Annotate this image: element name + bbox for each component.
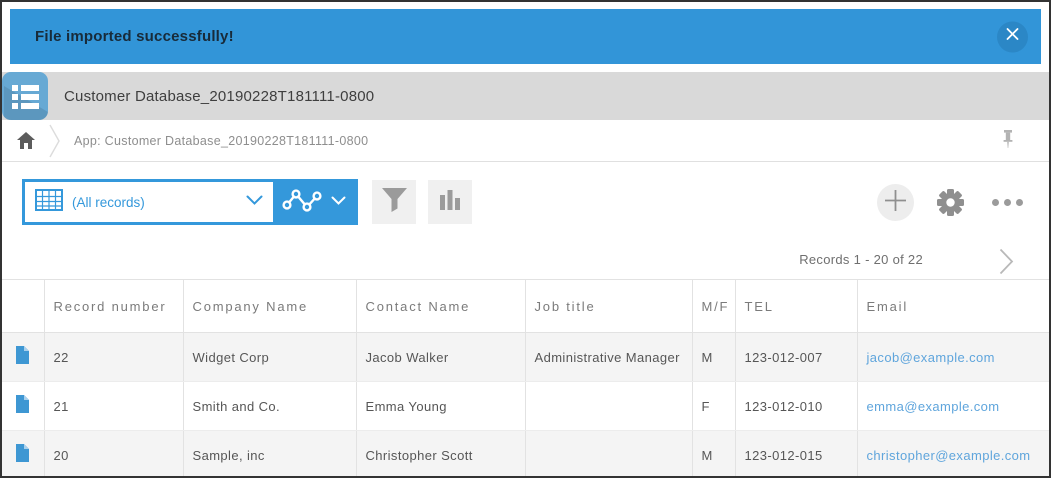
open-record-button[interactable] <box>2 332 44 382</box>
cell-tel: 123-012-015 <box>734 430 857 476</box>
breadcrumb-chevron-icon <box>49 124 61 158</box>
view-selector-value: (All records) <box>72 194 145 210</box>
header-icon-spacer <box>2 279 44 333</box>
column-header-email: Email <box>856 279 1049 333</box>
settings-button[interactable] <box>936 188 965 222</box>
next-page-button[interactable] <box>999 248 1014 280</box>
cell-company-name: Smith and Co. <box>182 381 356 431</box>
cell-record-number: 22 <box>43 332 183 382</box>
records-table: Record number Company Name Contact Name … <box>2 279 1049 476</box>
cell-job-title: Administrative Manager <box>524 332 692 382</box>
column-header-contact-name: Contact Name <box>355 279 525 333</box>
breadcrumb-app-label: App: Customer Database_20190228T181111-0… <box>74 133 369 148</box>
cell-contact-name: Emma Young <box>355 381 525 431</box>
ellipsis-icon <box>1016 199 1023 206</box>
email-link[interactable]: christopher@example.com <box>867 448 1031 463</box>
cell-email: jacob@example.com <box>856 332 1049 382</box>
more-options-button[interactable] <box>992 199 1023 206</box>
filter-button[interactable] <box>372 180 416 224</box>
table-grid-icon <box>35 188 63 216</box>
banner-close-button[interactable] <box>997 21 1028 52</box>
column-header-company-name: Company Name <box>182 279 356 333</box>
bar-chart-icon <box>439 189 461 215</box>
banner-message: File imported successfully! <box>35 28 234 45</box>
cell-mf: M <box>691 332 735 382</box>
graph-view-button[interactable] <box>273 182 355 222</box>
table-row[interactable]: 22 Widget Corp Jacob Walker Administrati… <box>2 332 1049 382</box>
breadcrumb: App: Customer Database_20190228T181111-0… <box>2 120 1049 162</box>
chevron-down-icon <box>246 193 263 211</box>
cell-company-name: Widget Corp <box>182 332 356 382</box>
line-graph-icon <box>282 187 322 218</box>
view-selector-dropdown[interactable]: (All records) <box>25 182 273 222</box>
column-header-tel: TEL <box>734 279 857 333</box>
open-record-button[interactable] <box>2 381 44 431</box>
view-selector-widget: (All records) <box>22 179 358 225</box>
cell-contact-name: Jacob Walker <box>355 332 525 382</box>
open-record-button[interactable] <box>2 430 44 476</box>
add-record-button[interactable] <box>877 184 914 221</box>
close-icon <box>1006 28 1019 46</box>
cell-mf: F <box>691 381 735 431</box>
column-header-job-title: Job title <box>524 279 692 333</box>
plus-icon <box>884 189 907 217</box>
cell-tel: 123-012-010 <box>734 381 857 431</box>
home-icon[interactable] <box>17 132 35 149</box>
table-row[interactable]: 21 Smith and Co. Emma Young F 123-012-01… <box>2 381 1049 431</box>
ellipsis-icon <box>992 199 999 206</box>
cell-email: emma@example.com <box>856 381 1049 431</box>
chart-button[interactable] <box>428 180 472 224</box>
cell-job-title <box>524 430 692 476</box>
cell-job-title <box>524 381 692 431</box>
cell-record-number: 20 <box>43 430 183 476</box>
cell-record-number: 21 <box>43 381 183 431</box>
app-title: Customer Database_20190228T181111-0800 <box>64 87 375 105</box>
email-link[interactable]: emma@example.com <box>867 399 1000 414</box>
ellipsis-icon <box>1004 199 1011 206</box>
app-header: Customer Database_20190228T181111-0800 <box>2 72 1049 120</box>
email-link[interactable]: jacob@example.com <box>867 350 995 365</box>
table-header-row: Record number Company Name Contact Name … <box>2 279 1049 333</box>
column-header-record-number: Record number <box>43 279 183 333</box>
success-banner: File imported successfully! <box>10 9 1041 64</box>
chevron-down-icon <box>331 193 346 211</box>
funnel-icon <box>381 187 408 218</box>
cell-contact-name: Christopher Scott <box>355 430 525 476</box>
table-row[interactable]: 20 Sample, inc Christopher Scott M 123-0… <box>2 430 1049 476</box>
records-count-label: Records 1 - 20 of 22 <box>799 252 923 267</box>
app-window: File imported successfully! Customer Dat… <box>0 0 1051 478</box>
cell-company-name: Sample, inc <box>182 430 356 476</box>
cell-email: christopher@example.com <box>856 430 1049 476</box>
column-header-mf: M/F <box>691 279 735 333</box>
cell-mf: M <box>691 430 735 476</box>
cell-tel: 123-012-007 <box>734 332 857 382</box>
gear-icon <box>936 189 965 221</box>
app-icon <box>2 72 48 120</box>
pin-icon[interactable] <box>1000 129 1016 154</box>
